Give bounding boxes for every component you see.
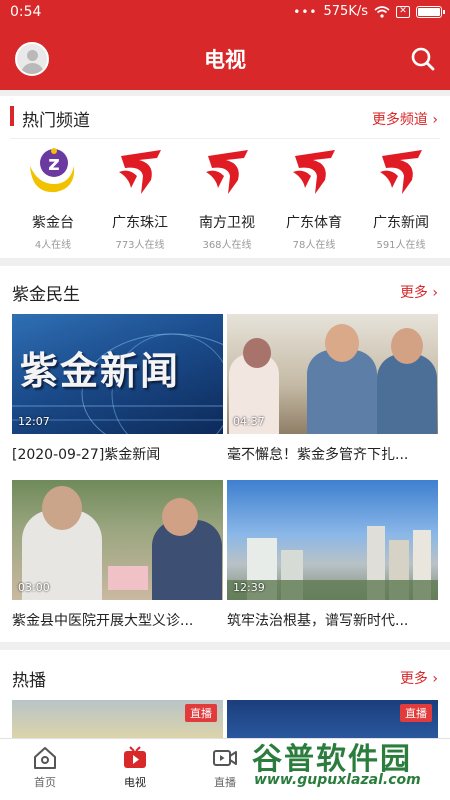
live-badge: 直播 (400, 704, 432, 722)
status-time: 0:54 (10, 4, 42, 20)
app-header: 电视 (0, 26, 450, 90)
battery-icon (416, 5, 445, 18)
video-thumbnail: 04:37 (227, 314, 438, 434)
video-title: [2020-09-27]紫金新闻 (12, 447, 161, 463)
section-accent (10, 106, 14, 126)
minsheng-section: 紫金民生 更多 › 紫金新闻 12:07 [2020-09-27]紫金新闻 04… (0, 266, 450, 642)
video-thumbnail: 紫金新闻 12:07 (12, 314, 223, 434)
video-card[interactable]: 03:00 紫金县中医院开展大型义诊... (12, 480, 223, 630)
no-sim-icon: ✕ (396, 5, 410, 18)
channel-name: 紫金台 (32, 215, 74, 231)
wifi-icon (374, 5, 390, 18)
svg-text:z: z (48, 151, 60, 175)
video-duration: 04:37 (233, 415, 265, 428)
tab-home[interactable]: 首页 (0, 745, 90, 790)
video-card[interactable]: 04:37 毫不懈怠！紫金多管齐下扎... (227, 314, 438, 464)
video-title: 毫不懈怠！紫金多管齐下扎... (227, 447, 409, 463)
video-thumbnail: 03:00 (12, 480, 223, 600)
bottom-tab-bar: 首页 电视 直播 谷普软件园 www.gupuxlazal.com (0, 738, 450, 800)
live-badge: 直播 (185, 704, 217, 722)
tab-tv[interactable]: 电视 (90, 745, 180, 790)
tab-label: 首页 (34, 776, 56, 789)
video-duration: 12:39 (233, 581, 265, 594)
status-icons: ••• 575K/s ✕ (293, 4, 445, 19)
gdtv-logo-icon (206, 150, 248, 194)
page-title: 电视 (204, 48, 246, 72)
gdtv-logo-icon (293, 150, 335, 194)
tab-label: 直播 (214, 776, 236, 789)
channel-item[interactable]: 广东新闻 591人在线 (358, 146, 444, 251)
more-dots-icon: ••• (293, 4, 318, 19)
video-title: 筑牢法治根基，谱写新时代... (227, 613, 409, 629)
channel-item[interactable]: 广东珠江 773人在线 (97, 146, 183, 251)
watermark-url: www.gupuxlazal.com (254, 772, 421, 788)
tab-label: 电视 (124, 776, 146, 789)
gdtv-logo-icon (380, 150, 422, 194)
zijin-logo-icon: z (30, 148, 75, 193)
hot-channels-section: 热门频道 更多频道 › z 紫金台 4人在线 广东珠江 773人在线 南方卫视 … (0, 96, 450, 258)
section-title: 热播 (12, 671, 46, 691)
section-title: 热门频道 (22, 111, 90, 131)
video-duration: 03:00 (18, 581, 50, 594)
video-card[interactable]: 12:39 筑牢法治根基，谱写新时代... (227, 480, 438, 630)
more-link[interactable]: 更多 › (400, 668, 438, 688)
channel-online-count: 773人在线 (115, 240, 165, 251)
channel-name: 广东体育 (286, 215, 342, 231)
video-icon (213, 750, 237, 766)
more-link[interactable]: 更多 › (400, 282, 438, 302)
channel-item[interactable]: 广东体育 78人在线 (271, 146, 357, 251)
gdtv-logo-icon (119, 150, 161, 194)
search-icon[interactable] (410, 46, 436, 72)
home-icon (34, 747, 56, 769)
channel-item[interactable]: 南方卫视 368人在线 (184, 146, 270, 251)
channel-online-count: 368人在线 (202, 240, 252, 251)
channel-name: 广东珠江 (112, 215, 168, 231)
video-title: 紫金县中医院开展大型义诊... (12, 613, 194, 629)
section-title: 紫金民生 (12, 285, 80, 305)
network-speed: 575K/s (323, 4, 369, 19)
video-thumbnail: 12:39 (227, 480, 438, 600)
thumb-caption: 紫金新闻 (20, 349, 181, 393)
watermark: 谷普软件园 www.gupuxlazal.com (244, 734, 444, 792)
channel-name: 广东新闻 (373, 215, 429, 231)
channel-online-count: 4人在线 (34, 240, 72, 251)
channel-item[interactable]: z 紫金台 4人在线 (10, 146, 96, 251)
status-bar: 0:54 ••• 575K/s ✕ (0, 0, 450, 26)
channel-list: z 紫金台 4人在线 广东珠江 773人在线 南方卫视 368人在线 广东体育 … (0, 146, 450, 258)
channel-online-count: 591人在线 (376, 240, 426, 251)
video-card[interactable]: 紫金新闻 12:07 [2020-09-27]紫金新闻 (12, 314, 223, 464)
video-duration: 12:07 (18, 415, 50, 428)
channel-online-count: 78人在线 (292, 240, 336, 251)
channel-name: 南方卫视 (199, 215, 255, 231)
tv-icon (124, 746, 146, 768)
more-channels-link[interactable]: 更多频道 › (372, 109, 438, 129)
